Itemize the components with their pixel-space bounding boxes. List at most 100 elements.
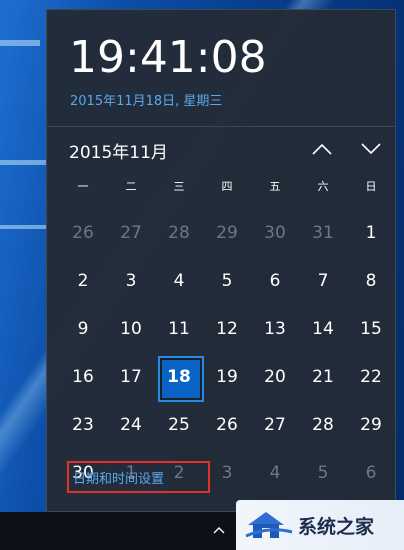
settings-link-label: 日期和时间设置 [73, 471, 165, 487]
day-number: 26 [216, 415, 238, 435]
calendar-day[interactable]: 10 [107, 305, 155, 353]
day-number: 3 [125, 271, 137, 291]
site-watermark: 系统之家 [236, 500, 404, 550]
day-number: 26 [72, 223, 94, 243]
day-number: 19 [216, 367, 238, 387]
calendar-day[interactable]: 4 [155, 257, 203, 305]
day-number: 6 [269, 271, 281, 291]
calendar-day[interactable]: 24 [107, 401, 155, 449]
day-number: 5 [221, 271, 233, 291]
day-number: 22 [360, 367, 382, 387]
day-number: 28 [312, 415, 334, 435]
day-number: 10 [120, 319, 142, 339]
day-number: 23 [72, 415, 94, 435]
day-number: 3 [221, 463, 233, 483]
day-number: 2 [77, 271, 89, 291]
day-number: 17 [120, 367, 142, 387]
calendar-day[interactable]: 23 [59, 401, 107, 449]
weekday-label: 日 [365, 180, 377, 193]
weekday-label: 六 [317, 180, 329, 193]
day-number: 14 [312, 319, 334, 339]
calendar-day[interactable]: 27 [251, 401, 299, 449]
weekday-label: 三 [173, 180, 185, 193]
clock-calendar-flyout: 19:41:08 2015年11月18日, 星期三 2015年11月 一 二 三 四 五… [46, 9, 396, 512]
day-number: 18 [167, 367, 191, 387]
calendar-day[interactable]: 6 [251, 257, 299, 305]
day-number: 1 [365, 223, 377, 243]
day-number: 21 [312, 367, 334, 387]
calendar-day[interactable]: 13 [251, 305, 299, 353]
day-number: 29 [216, 223, 238, 243]
calendar-day[interactable]: 3 [107, 257, 155, 305]
day-number: 25 [168, 415, 190, 435]
calendar-day-today[interactable]: 18 [155, 353, 204, 402]
calendar-day[interactable]: 21 [299, 353, 347, 401]
calendar-day[interactable]: 1 [347, 209, 395, 257]
wallpaper-light-beam [0, 40, 40, 46]
wallpaper-light-beam [0, 225, 46, 229]
divider [47, 126, 395, 127]
weekday-header: 一二三四五六日 [59, 178, 395, 194]
calendar-day[interactable]: 26 [59, 209, 107, 257]
calendar-day[interactable]: 2 [59, 257, 107, 305]
tray-expand-icon [213, 527, 225, 534]
calendar-day[interactable]: 16 [59, 353, 107, 401]
long-date[interactable]: 2015年11月18日, 星期三 [70, 90, 222, 109]
show-hidden-icons-button[interactable] [212, 520, 226, 540]
day-number: 9 [77, 319, 89, 339]
calendar-day[interactable]: 29 [347, 401, 395, 449]
day-number: 15 [360, 319, 382, 339]
calendar-day[interactable]: 31 [299, 209, 347, 257]
calendar-day[interactable]: 20 [251, 353, 299, 401]
day-number: 28 [168, 223, 190, 243]
calendar-day[interactable]: 17 [107, 353, 155, 401]
calendar-day[interactable]: 6 [347, 449, 395, 497]
current-time: 19:41:08 [69, 32, 267, 83]
day-number: 29 [360, 415, 382, 435]
calendar-day[interactable]: 11 [155, 305, 203, 353]
calendar-day[interactable]: 12 [203, 305, 251, 353]
calendar-day[interactable]: 7 [299, 257, 347, 305]
weekday-label: 一 [77, 180, 89, 193]
day-number: 5 [317, 463, 329, 483]
month-title[interactable]: 2015年11月 [69, 138, 168, 163]
day-number: 27 [264, 415, 286, 435]
calendar-day[interactable]: 9 [59, 305, 107, 353]
wallpaper-light-beam [0, 160, 46, 165]
day-number: 24 [120, 415, 142, 435]
day-number: 4 [173, 271, 185, 291]
calendar-day[interactable]: 30 [251, 209, 299, 257]
calendar-day[interactable]: 14 [299, 305, 347, 353]
calendar-day[interactable]: 4 [251, 449, 299, 497]
calendar-day[interactable]: 8 [347, 257, 395, 305]
day-number: 11 [168, 319, 190, 339]
calendar-day[interactable]: 22 [347, 353, 395, 401]
calendar-day[interactable]: 28 [155, 209, 203, 257]
date-time-settings-link[interactable]: 日期和时间设置 [67, 461, 210, 493]
house-logo-icon [245, 512, 293, 538]
calendar-day[interactable]: 19 [203, 353, 251, 401]
calendar-day[interactable]: 29 [203, 209, 251, 257]
weekday-label: 二 [125, 180, 137, 193]
calendar-day[interactable]: 28 [299, 401, 347, 449]
chevron-up-icon [312, 143, 332, 155]
day-number: 12 [216, 319, 238, 339]
day-number: 6 [365, 463, 377, 483]
day-number: 16 [72, 367, 94, 387]
calendar-day[interactable]: 27 [107, 209, 155, 257]
calendar-day[interactable]: 26 [203, 401, 251, 449]
day-number: 13 [264, 319, 286, 339]
previous-month-button[interactable] [306, 136, 338, 162]
weekday-label: 五 [269, 180, 281, 193]
next-month-button[interactable] [355, 136, 387, 162]
calendar-day[interactable]: 15 [347, 305, 395, 353]
calendar-day[interactable]: 5 [203, 257, 251, 305]
calendar-day[interactable]: 3 [203, 449, 251, 497]
watermark-text: 系统之家 [298, 515, 375, 538]
chevron-down-icon [361, 143, 381, 155]
calendar-day[interactable]: 25 [155, 401, 203, 449]
day-number: 8 [365, 271, 377, 291]
day-number: 30 [264, 223, 286, 243]
weekday-label: 四 [221, 180, 233, 193]
calendar-day[interactable]: 5 [299, 449, 347, 497]
